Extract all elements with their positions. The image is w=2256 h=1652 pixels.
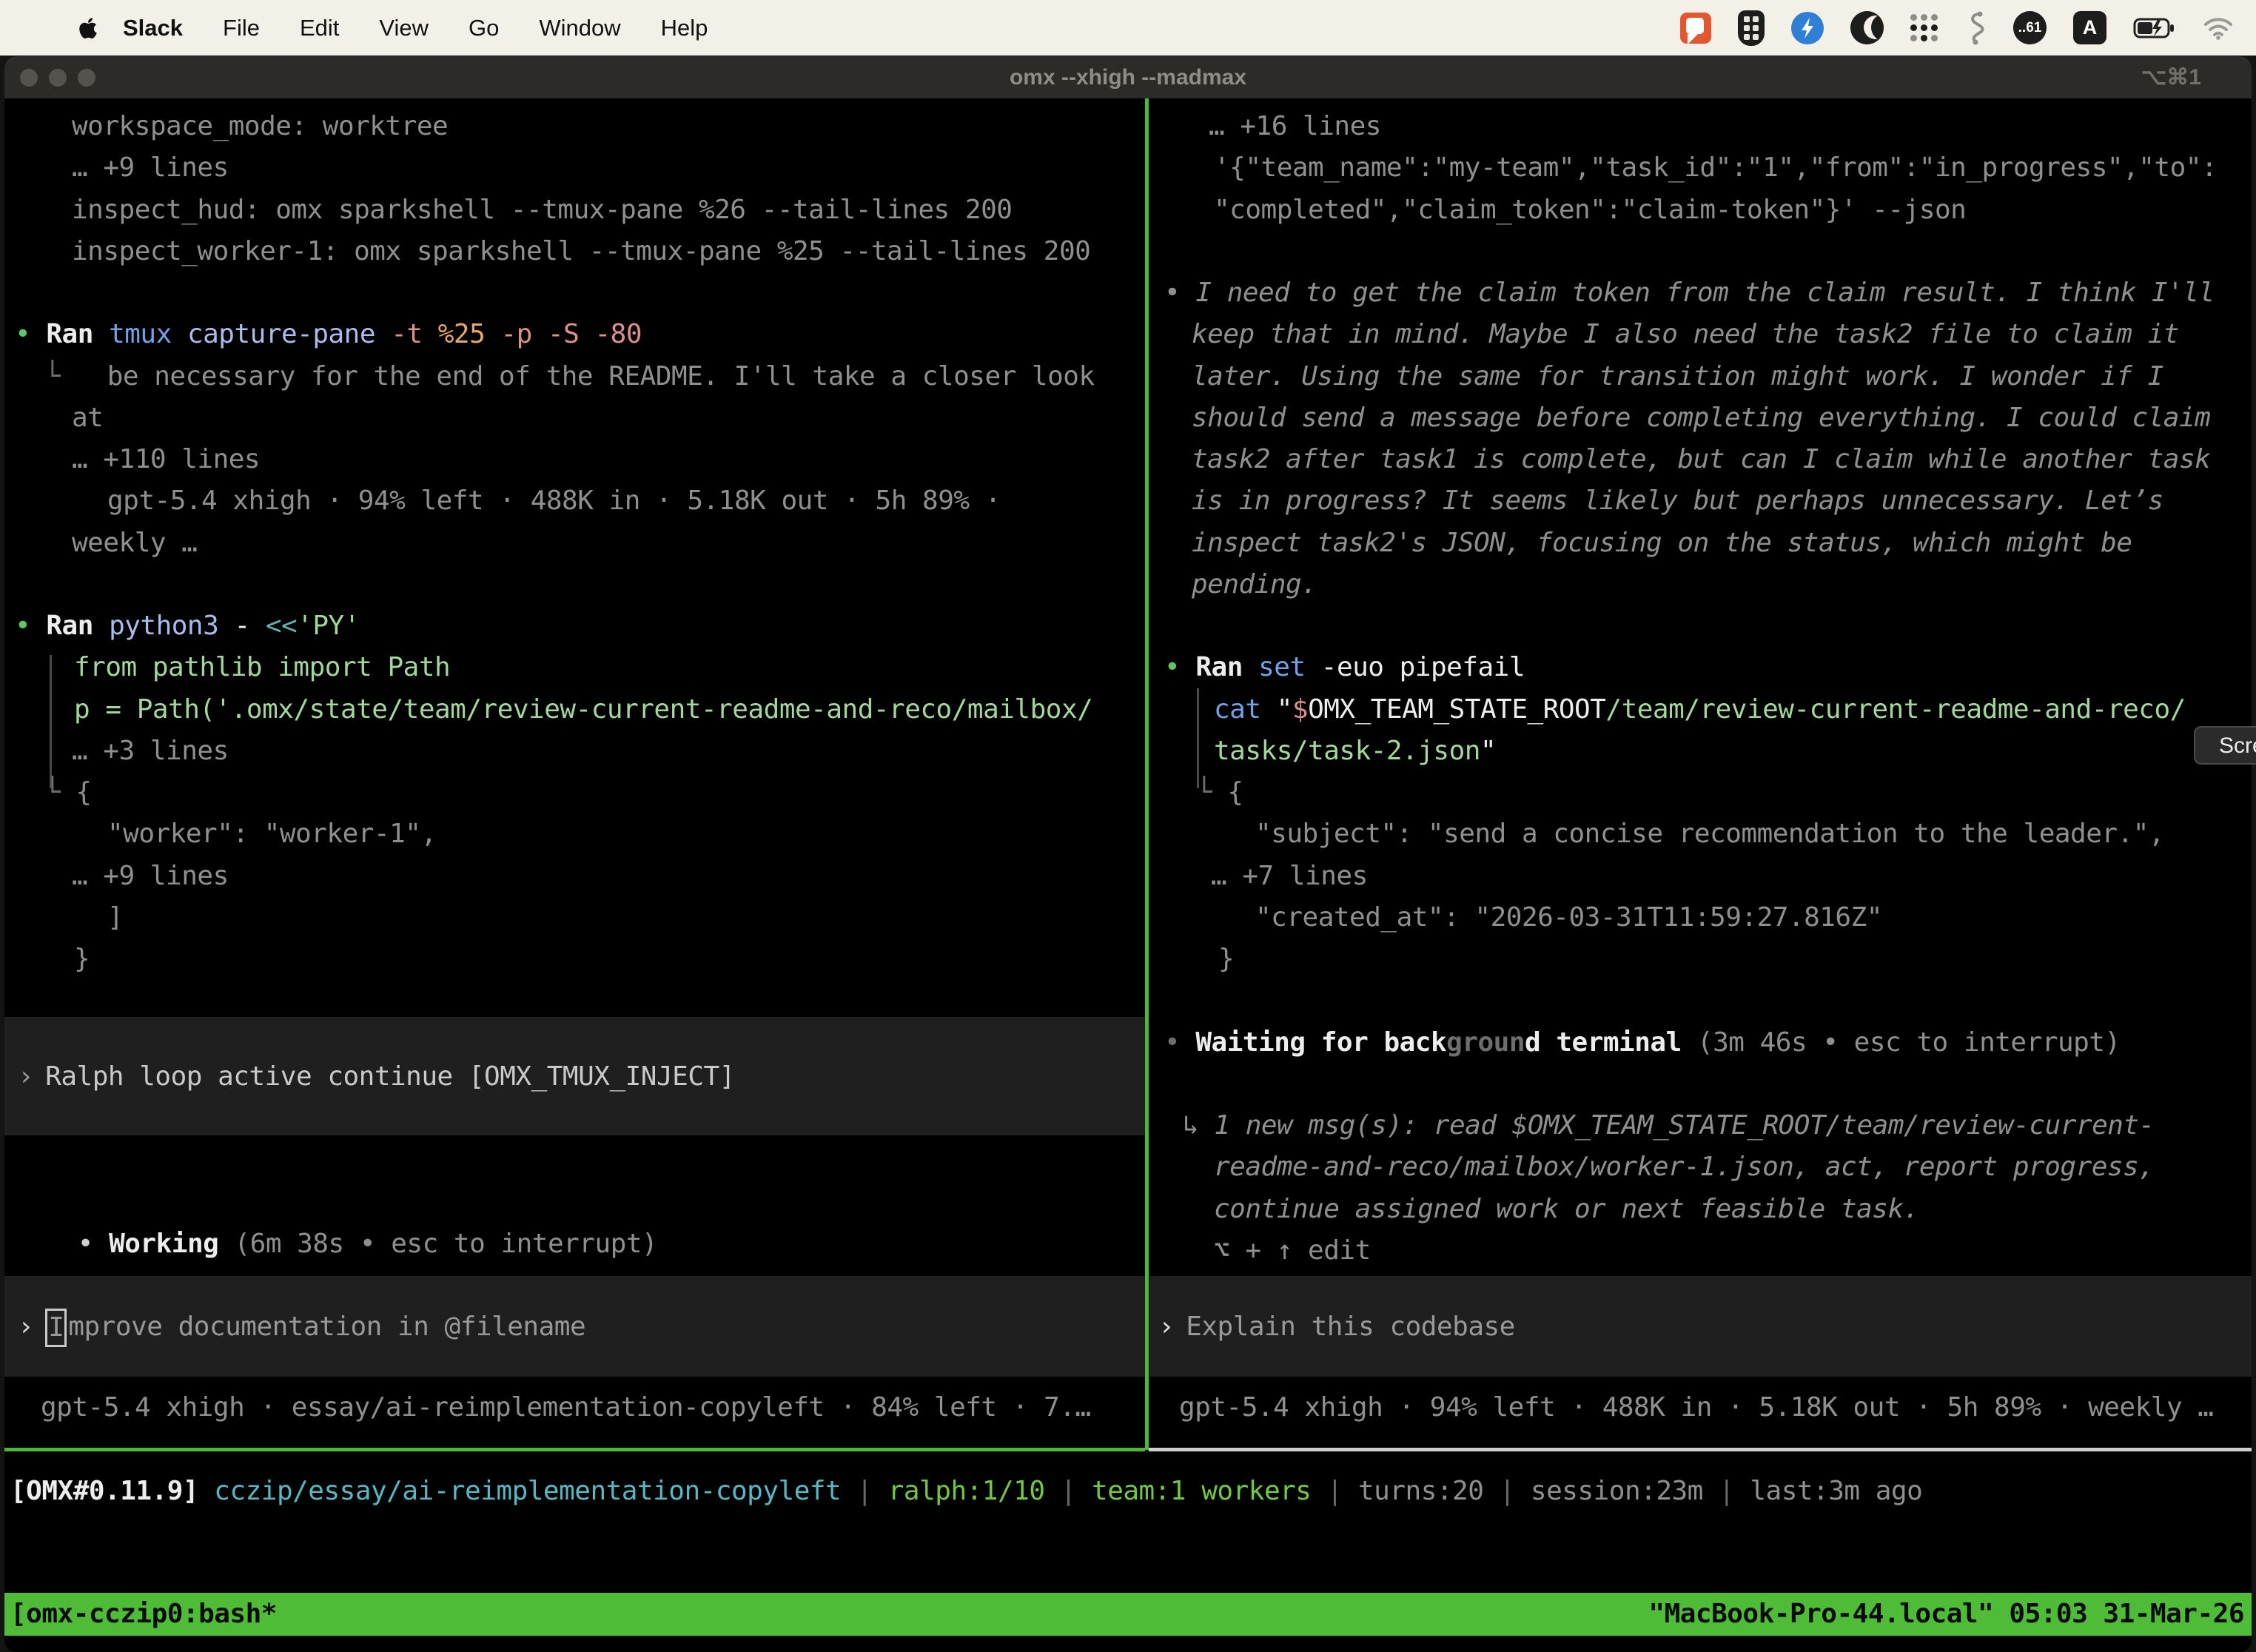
terminal-line: later. Using the same for transition mig…: [1192, 355, 2163, 397]
dots-grid-icon[interactable]: [1910, 14, 1938, 41]
terminal-line: … +7 lines: [1211, 855, 1368, 897]
terminal-line: workspace_mode: worktree: [72, 105, 448, 147]
menu-item-file[interactable]: File: [203, 15, 280, 41]
prompt-placeholder: Explain this codebase: [1186, 1306, 1515, 1348]
terminal-line: tasks/task-2.json": [1214, 730, 1496, 772]
terminal-line: "subject": "send a concise recommendatio…: [1255, 813, 2164, 855]
terminal-line: '{"team_name":"my-team","task_id":"1","f…: [1214, 147, 2217, 189]
menu-bar-status-icons: ..61 A: [1680, 10, 2256, 46]
terminal-line: ⌥ + ↑ edit: [1214, 1229, 1371, 1272]
screen: Slack File Edit View Go Window Help ..61…: [0, 0, 2256, 1652]
terminal-line: "worker": "worker-1",: [107, 813, 437, 855]
terminal-line: • Ran python3 - <<'PY': [15, 605, 360, 647]
terminal-line: "completed","claim_token":"claim-token"}…: [1214, 189, 1966, 231]
omx-status-line: [OMX#0.11.9] cczip/essay/ai-reimplementa…: [10, 1470, 1922, 1512]
right-model-status: gpt-5.4 xhigh · 94% left · 488K in · 5.1…: [1179, 1386, 2213, 1428]
blue-bolt-icon[interactable]: [1791, 12, 1824, 44]
terminal-line: }: [1218, 938, 1234, 980]
terminal-line: └ {: [1196, 771, 1243, 813]
right-pane-bottom-border: [1149, 1448, 2252, 1451]
terminal-line: inspect_hud: omx sparkshell --tmux-pane …: [72, 189, 1012, 231]
battery-icon[interactable]: [2133, 17, 2176, 39]
terminal-line: task2 after task1 is complete, but can I…: [1192, 438, 2210, 480]
terminal-line: readme-and-reco/mailbox/worker-1.json, a…: [1214, 1146, 2154, 1188]
left-prompt-input[interactable]: › Improve documentation in @filename: [4, 1276, 1145, 1377]
text-cursor: I: [45, 1309, 67, 1347]
a-badge-icon[interactable]: A: [2073, 11, 2106, 44]
menu-item-slack[interactable]: Slack: [98, 15, 203, 41]
terminal-line: cat "$OMX_TEAM_STATE_ROOT/team/review-cu…: [1214, 688, 2186, 731]
terminal-line: inspect_worker-1: omx sparkshell --tmux-…: [72, 230, 1090, 272]
terminal-line: weekly …: [72, 522, 197, 564]
menu-item-view[interactable]: View: [359, 15, 449, 41]
shield-keypad-icon[interactable]: [1738, 10, 1765, 46]
terminal-line: }: [74, 938, 90, 980]
window-shortcut: ⌥⌘1: [2141, 64, 2201, 90]
tool-connector-line: [50, 655, 52, 788]
terminal-line: inspect task2's JSON, focusing on the st…: [1192, 522, 2132, 564]
terminal-line: … +3 lines: [72, 730, 229, 772]
terminal-line: • Ran tmux capture-pane -t %25 -p -S -80: [15, 313, 642, 355]
prompt-chevron-icon: ›: [1158, 1306, 1174, 1348]
tmux-session-label: [omx-cczip0:bash*: [10, 1593, 277, 1636]
left-pane-bottom-border: [4, 1448, 1145, 1451]
percent-badge-icon[interactable]: ..61: [2013, 11, 2047, 44]
prompt-chevron-icon: ›: [18, 1306, 33, 1348]
terminal-line: at: [72, 397, 103, 439]
prompt-placeholder: Improve documentation in @filename: [45, 1306, 585, 1348]
menu-item-help[interactable]: Help: [641, 15, 728, 41]
terminal-line: ↳ 1 new msg(s): read $OMX_TEAM_STATE_ROO…: [1183, 1104, 2155, 1146]
terminal-line: gpt-5.4 xhigh · 94% left · 488K in · 5.1…: [107, 480, 1001, 522]
tmux-status-bar: [omx-cczip0:bash* "MacBook-Pro-44.local"…: [4, 1593, 2252, 1636]
menu-item-edit[interactable]: Edit: [280, 15, 359, 41]
chat-app-icon[interactable]: [1680, 13, 1711, 44]
terminal-line: pending.: [1192, 563, 1317, 605]
terminal-line: └ be necessary for the end of the README…: [44, 355, 1095, 397]
menu-item-go[interactable]: Go: [449, 15, 519, 41]
terminal-line: "created_at": "2026-03-31T11:59:27.816Z": [1255, 896, 1882, 939]
terminal-line: is in progress? It seems likely but perh…: [1192, 480, 2163, 522]
terminal-line: should send a message before completing …: [1192, 397, 2210, 439]
menu-item-window[interactable]: Window: [519, 15, 640, 41]
window-title: omx --xhigh --madmax: [4, 65, 2252, 90]
working-label: Working: [109, 1229, 218, 1259]
terminal-line: ]: [107, 896, 123, 939]
terminal-line: … +110 lines: [72, 438, 260, 480]
ralph-loop-banner: › Ralph loop active continue [OMX_TMUX_I…: [4, 1017, 1145, 1135]
terminal-line: keep that in mind. Maybe I also need the…: [1192, 313, 2179, 355]
left-model-status: gpt-5.4 xhigh · essay/ai-reimplementatio…: [41, 1386, 1091, 1428]
terminal-line: … +16 lines: [1209, 105, 1381, 147]
working-bullet: •: [78, 1229, 93, 1259]
terminal-line: └ {: [44, 771, 92, 813]
terminal-line: from pathlib import Path: [74, 646, 450, 688]
window-titlebar[interactable]: omx --xhigh --madmax ⌥⌘1: [4, 56, 2252, 98]
wifi-icon[interactable]: [2203, 16, 2234, 40]
terminal-line: • I need to get the claim token from the…: [1164, 272, 2215, 314]
menu-bar: Slack File Edit View Go Window Help ..61…: [0, 0, 2256, 56]
working-status-line: • Working (6m 38s • esc to interrupt): [15, 1181, 657, 1223]
pane-divider[interactable]: [1145, 98, 1149, 1450]
terminal-line: • Waiting for background terminal (3m 46…: [1164, 1021, 2121, 1064]
terminal-line: … +9 lines: [72, 855, 229, 897]
working-detail: (6m 38s • esc to interrupt): [234, 1229, 657, 1259]
terminal-line: … +9 lines: [72, 147, 229, 189]
tmux-host-clock: "MacBook-Pro-44.local" 05:03 31-Mar-26: [1648, 1593, 2244, 1636]
apple-menu-icon[interactable]: [78, 16, 98, 40]
banner-text: Ralph loop active continue [OMX_TMUX_INJ…: [45, 1055, 735, 1098]
right-prompt-input[interactable]: › Explain this codebase: [1149, 1276, 2252, 1377]
terminal-line: p = Path('.omx/state/team/review-current…: [74, 688, 1092, 731]
squiggle-app-icon[interactable]: [1964, 11, 1987, 45]
banner-prompt-icon: ›: [18, 1055, 33, 1098]
terminal-line: • Ran set -euo pipefail: [1164, 646, 1525, 688]
terminal-line: continue assigned work or next feasible …: [1214, 1188, 1919, 1230]
screenshot-tooltip: Scre: [2194, 726, 2256, 765]
crescent-app-icon[interactable]: [1850, 11, 1884, 44]
